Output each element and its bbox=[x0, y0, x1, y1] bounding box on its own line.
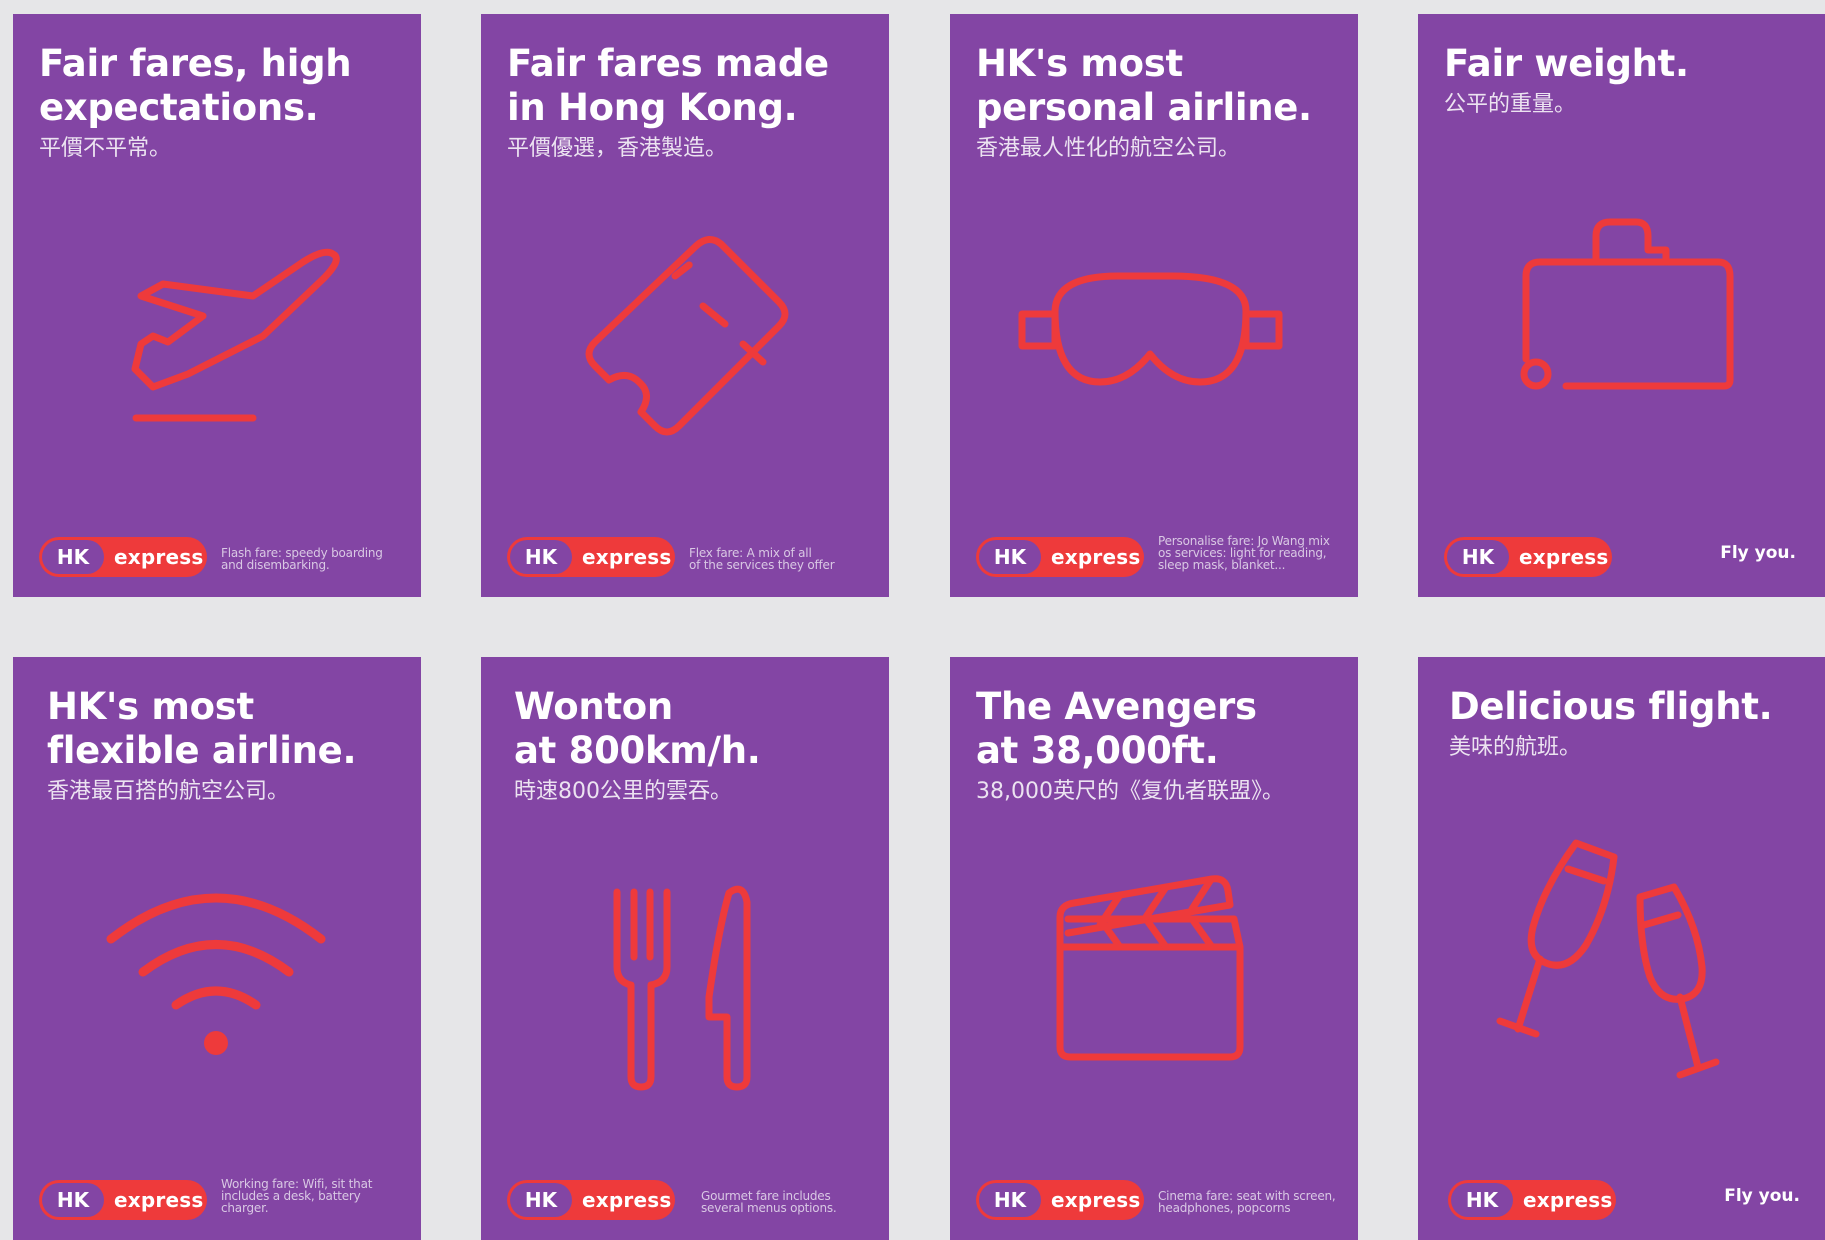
poster-personal: HK's most personal airline. 香港最人性化的航空公司。 … bbox=[950, 14, 1358, 597]
fly-you-tagline: Fly you. bbox=[1720, 543, 1796, 563]
hk-express-logo: HK express bbox=[976, 1180, 1144, 1220]
fare-description: Flex fare: A mix of all of the services … bbox=[689, 546, 835, 572]
hk-express-logo: HK express bbox=[507, 1180, 675, 1220]
poster-flexible: HK's most flexible airline. 香港最百搭的航空公司。 H… bbox=[13, 657, 421, 1240]
poster-delicious: Delicious flight. 美味的航班。 HK express Fly yo… bbox=[1418, 657, 1825, 1240]
hk-express-logo: HK express bbox=[39, 537, 207, 577]
wifi-icon bbox=[13, 657, 421, 1240]
champagne-glasses-icon bbox=[1418, 657, 1825, 1240]
fly-you-tagline: Fly you. bbox=[1724, 1186, 1800, 1206]
poster-avengers: The Avengers at 38,000ft. 38,000英尺的《复仇者联盟… bbox=[950, 657, 1358, 1240]
hk-express-logo: HK express bbox=[1448, 1180, 1616, 1220]
poster-wonton: Wonton at 800km/h. 時速800公里的雲吞。 HK express … bbox=[481, 657, 889, 1240]
hk-express-logo: HK express bbox=[39, 1180, 207, 1220]
fare-description: Personalise fare: Jo Wang mix os service… bbox=[1158, 534, 1330, 572]
hk-express-logo: HK express bbox=[507, 537, 675, 577]
fare-description: Flash fare: speedy boarding and disembar… bbox=[221, 546, 383, 572]
poster-hong-kong: Fair fares made in Hong Kong. 平價優選，香港製造。 … bbox=[481, 14, 889, 597]
clapperboard-icon bbox=[950, 657, 1358, 1240]
fare-description: Working fare: Wifi, sit that includes a … bbox=[221, 1177, 373, 1215]
plane-takeoff-icon bbox=[13, 14, 421, 597]
suitcase-icon bbox=[1418, 14, 1825, 597]
hk-express-logo: HK express bbox=[1444, 537, 1612, 577]
ticket-icon bbox=[481, 14, 889, 597]
sleep-mask-icon bbox=[950, 14, 1358, 597]
fare-description: Cinema fare: seat with screen, headphone… bbox=[1158, 1189, 1336, 1215]
hk-express-logo: HK express bbox=[976, 537, 1144, 577]
poster-fair-weight: Fair weight. 公平的重量。 HK express Fly you. bbox=[1418, 14, 1825, 597]
poster-fair-fares: Fair fares, high expectations. 平價不平常。 HK e… bbox=[13, 14, 421, 597]
fork-knife-icon bbox=[481, 657, 889, 1240]
fare-description: Gourmet fare includes several menus opti… bbox=[701, 1189, 837, 1215]
